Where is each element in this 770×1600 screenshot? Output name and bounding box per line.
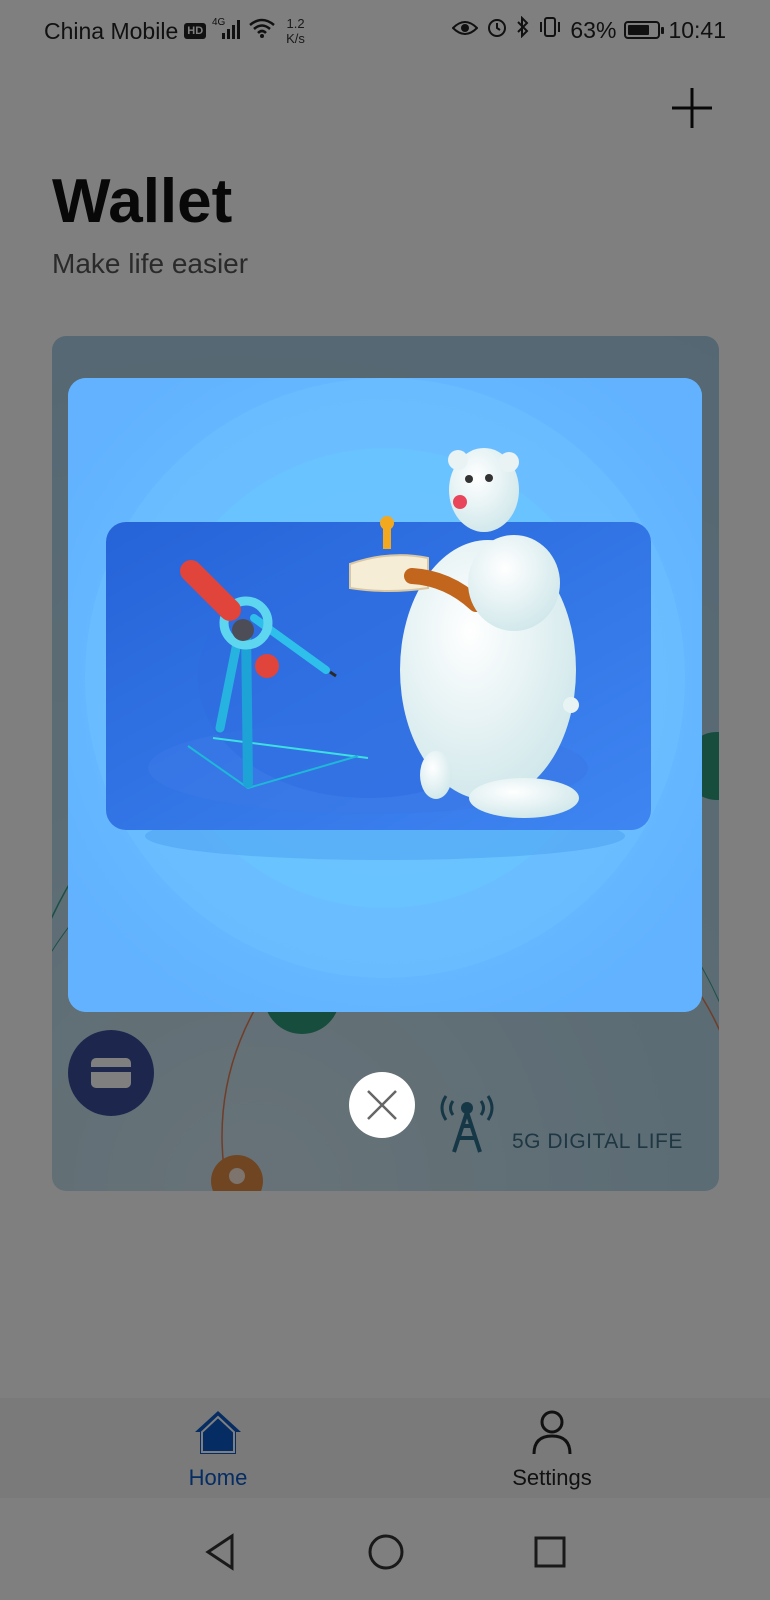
close-popup-button[interactable] <box>349 1072 415 1138</box>
promo-illustration <box>68 378 702 1012</box>
promo-popup[interactable] <box>68 378 702 1012</box>
close-icon <box>367 1090 397 1120</box>
